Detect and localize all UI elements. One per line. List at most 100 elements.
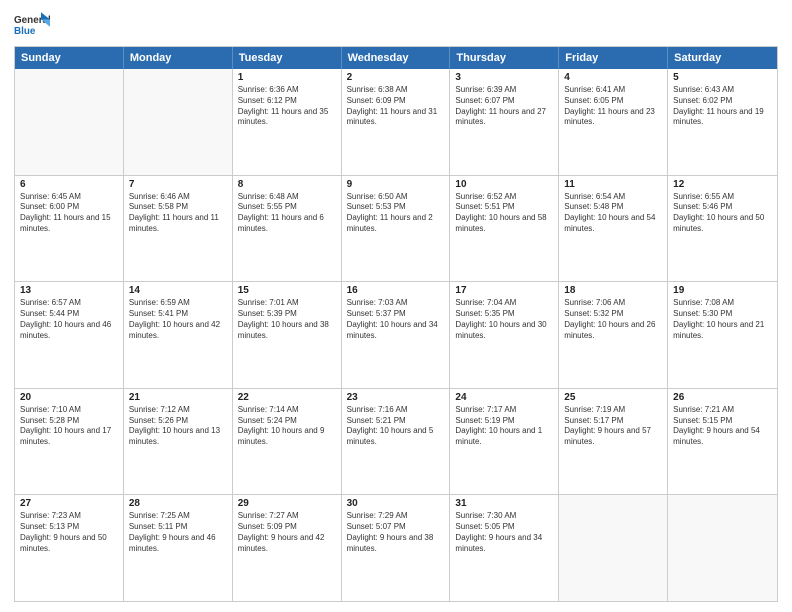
calendar-cell: 7 Sunrise: 6:46 AM Sunset: 5:58 PM Daylig… <box>124 176 233 282</box>
day-number: 9 <box>347 179 445 190</box>
day-info: Sunrise: 6:52 AM Sunset: 5:51 PM Dayligh… <box>455 192 553 235</box>
day-info: Sunrise: 6:48 AM Sunset: 5:55 PM Dayligh… <box>238 192 336 235</box>
day-info: Sunrise: 7:01 AM Sunset: 5:39 PM Dayligh… <box>238 298 336 341</box>
day-number: 30 <box>347 498 445 509</box>
calendar-cell: 10 Sunrise: 6:52 AM Sunset: 5:51 PM Dayli… <box>450 176 559 282</box>
day-number: 3 <box>455 72 553 83</box>
svg-text:Blue: Blue <box>14 26 36 37</box>
day-info: Sunrise: 6:50 AM Sunset: 5:53 PM Dayligh… <box>347 192 445 235</box>
day-number: 13 <box>20 285 118 296</box>
day-info: Sunrise: 6:36 AM Sunset: 6:12 PM Dayligh… <box>238 85 336 128</box>
day-info: Sunrise: 7:03 AM Sunset: 5:37 PM Dayligh… <box>347 298 445 341</box>
calendar-cell: 14 Sunrise: 6:59 AM Sunset: 5:41 PM Dayli… <box>124 282 233 388</box>
day-number: 15 <box>238 285 336 296</box>
day-number: 28 <box>129 498 227 509</box>
calendar-cell <box>668 495 777 601</box>
day-of-week-header: Friday <box>559 47 668 69</box>
calendar-row: 1 Sunrise: 6:36 AM Sunset: 6:12 PM Daylig… <box>15 69 777 175</box>
day-number: 12 <box>673 179 772 190</box>
day-number: 16 <box>347 285 445 296</box>
calendar-cell <box>559 495 668 601</box>
day-info: Sunrise: 6:45 AM Sunset: 6:00 PM Dayligh… <box>20 192 118 235</box>
day-number: 23 <box>347 392 445 403</box>
day-info: Sunrise: 7:30 AM Sunset: 5:05 PM Dayligh… <box>455 511 553 554</box>
day-number: 5 <box>673 72 772 83</box>
day-of-week-header: Saturday <box>668 47 777 69</box>
day-info: Sunrise: 6:39 AM Sunset: 6:07 PM Dayligh… <box>455 85 553 128</box>
calendar-cell: 3 Sunrise: 6:39 AM Sunset: 6:07 PM Daylig… <box>450 69 559 175</box>
day-of-week-header: Tuesday <box>233 47 342 69</box>
logo-icon: General Blue <box>14 10 50 38</box>
day-number: 29 <box>238 498 336 509</box>
calendar-cell: 30 Sunrise: 7:29 AM Sunset: 5:07 PM Dayli… <box>342 495 451 601</box>
calendar-cell: 12Sunrise: 6:55 AM Sunset: 5:46 PM Dayli… <box>668 176 777 282</box>
day-number: 11 <box>564 179 662 190</box>
day-of-week-header: Thursday <box>450 47 559 69</box>
calendar-cell: 17Sunrise: 7:04 AM Sunset: 5:35 PM Dayli… <box>450 282 559 388</box>
day-info: Sunrise: 6:43 AM Sunset: 6:02 PM Dayligh… <box>673 85 772 128</box>
day-number: 20 <box>20 392 118 403</box>
day-info: Sunrise: 6:57 AM Sunset: 5:44 PM Dayligh… <box>20 298 118 341</box>
day-info: Sunrise: 7:06 AM Sunset: 5:32 PM Dayligh… <box>564 298 662 341</box>
calendar-cell: 2Sunrise: 6:38 AM Sunset: 6:09 PM Daylig… <box>342 69 451 175</box>
day-number: 18 <box>564 285 662 296</box>
calendar: SundayMondayTuesdayWednesdayThursdayFrid… <box>14 46 778 602</box>
day-number: 21 <box>129 392 227 403</box>
calendar-cell: 28 Sunrise: 7:25 AM Sunset: 5:11 PM Dayli… <box>124 495 233 601</box>
calendar-cell: 26Sunrise: 7:21 AM Sunset: 5:15 PM Dayli… <box>668 389 777 495</box>
day-info: Sunrise: 7:08 AM Sunset: 5:30 PM Dayligh… <box>673 298 772 341</box>
calendar-cell <box>15 69 124 175</box>
calendar-cell: 11 Sunrise: 6:54 AM Sunset: 5:48 PM Dayli… <box>559 176 668 282</box>
calendar-body: 1 Sunrise: 6:36 AM Sunset: 6:12 PM Daylig… <box>15 69 777 601</box>
day-info: Sunrise: 7:25 AM Sunset: 5:11 PM Dayligh… <box>129 511 227 554</box>
day-of-week-header: Sunday <box>15 47 124 69</box>
day-of-week-header: Wednesday <box>342 47 451 69</box>
day-info: Sunrise: 7:12 AM Sunset: 5:26 PM Dayligh… <box>129 405 227 448</box>
calendar-cell: 29 Sunrise: 7:27 AM Sunset: 5:09 PM Dayli… <box>233 495 342 601</box>
calendar-cell: 31 Sunrise: 7:30 AM Sunset: 5:05 PM Dayli… <box>450 495 559 601</box>
calendar-cell: 4 Sunrise: 6:41 AM Sunset: 6:05 PM Daylig… <box>559 69 668 175</box>
calendar-cell: 6 Sunrise: 6:45 AM Sunset: 6:00 PM Daylig… <box>15 176 124 282</box>
day-info: Sunrise: 7:16 AM Sunset: 5:21 PM Dayligh… <box>347 405 445 448</box>
day-info: Sunrise: 6:41 AM Sunset: 6:05 PM Dayligh… <box>564 85 662 128</box>
calendar-cell: 21 Sunrise: 7:12 AM Sunset: 5:26 PM Dayli… <box>124 389 233 495</box>
calendar-cell: 13 Sunrise: 6:57 AM Sunset: 5:44 PM Dayli… <box>15 282 124 388</box>
day-number: 19 <box>673 285 772 296</box>
day-info: Sunrise: 7:27 AM Sunset: 5:09 PM Dayligh… <box>238 511 336 554</box>
day-info: Sunrise: 6:59 AM Sunset: 5:41 PM Dayligh… <box>129 298 227 341</box>
calendar-cell: 5 Sunrise: 6:43 AM Sunset: 6:02 PM Daylig… <box>668 69 777 175</box>
calendar-cell: 19 Sunrise: 7:08 AM Sunset: 5:30 PM Dayli… <box>668 282 777 388</box>
day-of-week-header: Monday <box>124 47 233 69</box>
day-number: 7 <box>129 179 227 190</box>
day-info: Sunrise: 7:21 AM Sunset: 5:15 PM Dayligh… <box>673 405 772 448</box>
header: General Blue <box>14 10 778 38</box>
calendar-cell: 15 Sunrise: 7:01 AM Sunset: 5:39 PM Dayli… <box>233 282 342 388</box>
day-number: 1 <box>238 72 336 83</box>
day-number: 25 <box>564 392 662 403</box>
calendar-row: 13 Sunrise: 6:57 AM Sunset: 5:44 PM Dayli… <box>15 281 777 388</box>
calendar-header: SundayMondayTuesdayWednesdayThursdayFrid… <box>15 47 777 69</box>
day-number: 8 <box>238 179 336 190</box>
day-number: 22 <box>238 392 336 403</box>
calendar-row: 20 Sunrise: 7:10 AM Sunset: 5:28 PM Dayli… <box>15 388 777 495</box>
calendar-cell: 16 Sunrise: 7:03 AM Sunset: 5:37 PM Dayli… <box>342 282 451 388</box>
day-number: 27 <box>20 498 118 509</box>
page: General Blue SundayMondayTuesdayWednesda… <box>0 0 792 612</box>
calendar-row: 27 Sunrise: 7:23 AM Sunset: 5:13 PM Dayli… <box>15 494 777 601</box>
day-number: 31 <box>455 498 553 509</box>
calendar-cell: 9 Sunrise: 6:50 AM Sunset: 5:53 PM Daylig… <box>342 176 451 282</box>
day-number: 6 <box>20 179 118 190</box>
day-info: Sunrise: 7:10 AM Sunset: 5:28 PM Dayligh… <box>20 405 118 448</box>
day-number: 4 <box>564 72 662 83</box>
day-info: Sunrise: 7:23 AM Sunset: 5:13 PM Dayligh… <box>20 511 118 554</box>
calendar-cell: 23 Sunrise: 7:16 AM Sunset: 5:21 PM Dayli… <box>342 389 451 495</box>
day-info: Sunrise: 7:29 AM Sunset: 5:07 PM Dayligh… <box>347 511 445 554</box>
day-info: Sunrise: 7:19 AM Sunset: 5:17 PM Dayligh… <box>564 405 662 448</box>
calendar-row: 6 Sunrise: 6:45 AM Sunset: 6:00 PM Daylig… <box>15 175 777 282</box>
day-number: 10 <box>455 179 553 190</box>
day-info: Sunrise: 6:46 AM Sunset: 5:58 PM Dayligh… <box>129 192 227 235</box>
day-info: Sunrise: 6:54 AM Sunset: 5:48 PM Dayligh… <box>564 192 662 235</box>
calendar-cell: 20 Sunrise: 7:10 AM Sunset: 5:28 PM Dayli… <box>15 389 124 495</box>
day-number: 14 <box>129 285 227 296</box>
calendar-cell: 24Sunrise: 7:17 AM Sunset: 5:19 PM Dayli… <box>450 389 559 495</box>
